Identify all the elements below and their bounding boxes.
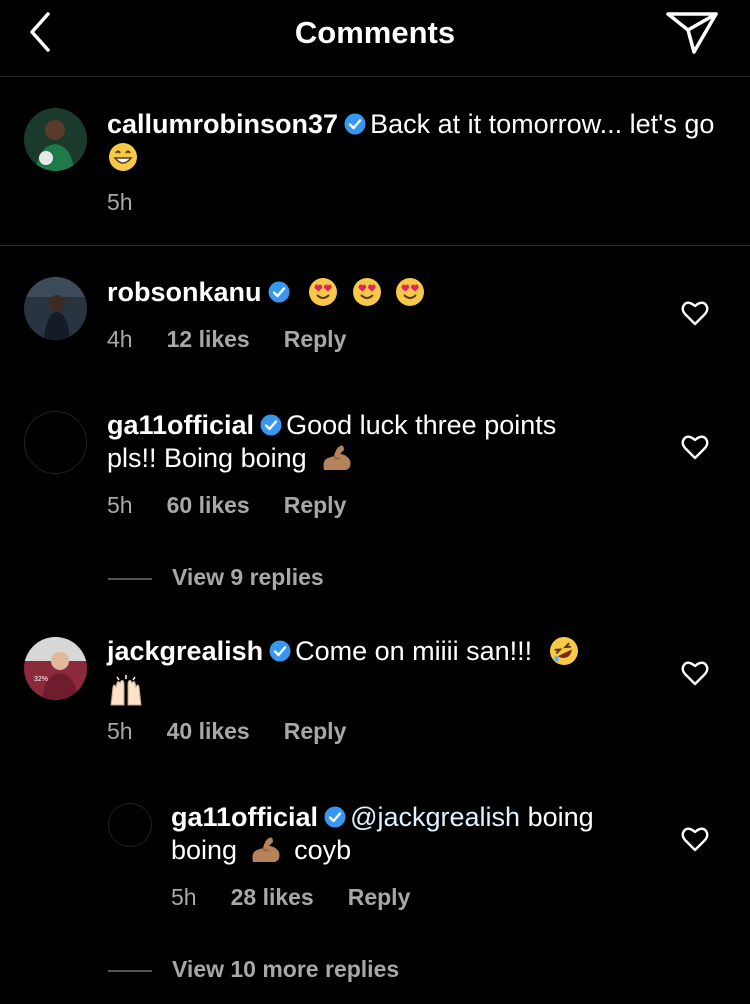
heart-eyes-emoji-icon [351, 276, 383, 316]
header-bar: Comments [0, 0, 750, 77]
comment-time: 5h [107, 492, 133, 518]
view-replies-button[interactable]: View 9 replies [108, 563, 324, 591]
reply-time: 5h [171, 884, 197, 910]
comment-meta: 4h 12 likes Reply [107, 325, 380, 353]
avatar[interactable] [24, 108, 87, 171]
reply-button[interactable]: Reply [284, 718, 347, 744]
avatar[interactable] [24, 411, 87, 474]
comment-text: jackgrealish Come on miiii san!!! [107, 635, 647, 715]
comment-username[interactable]: jackgrealish [107, 636, 263, 666]
verified-badge-icon [324, 803, 346, 828]
likes-count[interactable]: 12 likes [167, 326, 250, 352]
grinning-emoji-icon [107, 141, 139, 181]
caption-username[interactable]: callumrobinson37 [107, 109, 338, 139]
flexed-biceps-emoji-icon [249, 834, 283, 874]
comment-username[interactable]: robsonkanu [107, 277, 262, 307]
reply-body-line2a: boing [171, 835, 238, 865]
caption-body: Back at it tomorrow... let's go [370, 109, 715, 139]
view-replies-label: View 9 replies [172, 564, 324, 590]
caption-text: callumrobinson37 Back at it tomorrow... l… [107, 108, 727, 181]
verified-badge-icon [268, 278, 290, 303]
comment-body: Good luck three points [286, 410, 557, 440]
reply-button[interactable]: Reply [284, 326, 347, 352]
likes-count[interactable]: 60 likes [167, 492, 250, 518]
flexed-biceps-emoji-icon [320, 442, 354, 482]
view-more-replies-label: View 10 more replies [172, 956, 400, 982]
reply-text: ga11official @jackgrealish boing boing co… [171, 801, 641, 874]
reply-button[interactable]: Reply [284, 492, 347, 518]
reply-button[interactable]: Reply [348, 884, 411, 910]
avatar[interactable]: 32% [24, 637, 87, 700]
reply-body: boing [527, 802, 594, 832]
comment-body: Come on miiii san!!! [295, 636, 533, 666]
svg-text:32%: 32% [34, 676, 48, 683]
verified-badge-icon [269, 637, 291, 662]
heart-icon[interactable] [681, 826, 709, 852]
paper-plane-icon[interactable] [664, 8, 720, 56]
view-more-replies-button[interactable]: View 10 more replies [108, 955, 399, 983]
heart-icon[interactable] [681, 434, 709, 460]
divider-line [108, 577, 152, 580]
verified-badge-icon [344, 110, 366, 135]
rolling-laughing-emoji-icon [548, 635, 580, 675]
likes-count[interactable]: 28 likes [231, 884, 314, 910]
avatar[interactable] [24, 277, 87, 340]
heart-icon[interactable] [681, 300, 709, 326]
page-title: Comments [294, 15, 456, 50]
comment-text: ga11official Good luck three points pls!!… [107, 409, 627, 482]
verified-badge-icon [260, 411, 282, 436]
comment-meta: 5h 40 likes Reply [107, 717, 380, 745]
post-caption: callumrobinson37 Back at it tomorrow... l… [0, 78, 750, 246]
comment-time: 4h [107, 326, 133, 352]
raising-hands-emoji-icon [107, 675, 145, 715]
reply-body-line2b: coyb [294, 835, 352, 865]
heart-icon[interactable] [681, 660, 709, 686]
heart-eyes-emoji-icon [307, 276, 339, 316]
heart-eyes-emoji-icon [394, 276, 426, 316]
likes-count[interactable]: 40 likes [167, 718, 250, 744]
caption-time: 5h [107, 189, 133, 215]
comment-meta: 5h 60 likes Reply [107, 491, 380, 519]
comment-time: 5h [107, 718, 133, 744]
reply-meta: 5h 28 likes Reply [171, 883, 444, 911]
mention-link[interactable]: @jackgrealish [350, 802, 520, 832]
comment-text: robsonkanu [107, 276, 426, 316]
caption-meta: 5h [107, 188, 167, 216]
divider-line [108, 969, 152, 972]
avatar[interactable] [108, 803, 152, 847]
comment-username[interactable]: ga11official [107, 410, 254, 440]
comment-body-line2: pls!! Boing boing [107, 443, 307, 473]
reply-username[interactable]: ga11official [171, 802, 318, 832]
